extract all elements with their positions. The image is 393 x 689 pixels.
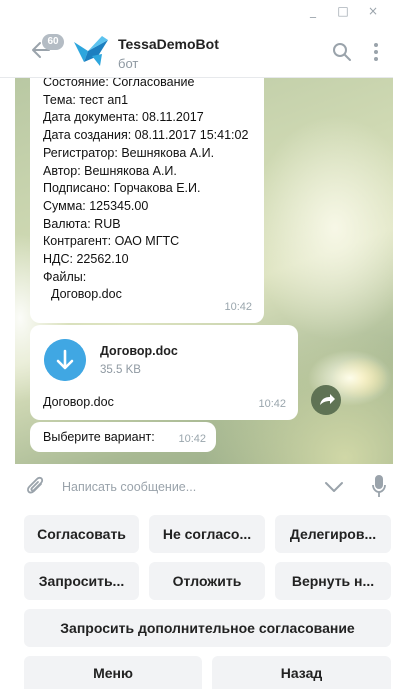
keyboard-button-approve[interactable]: Согласовать [24, 515, 139, 553]
message-line: Валюта: RUB [43, 216, 121, 231]
message-line: Регистратор: Вешнякова А.И. [43, 145, 215, 160]
file-caption: Договор.doc [43, 395, 114, 409]
message-line: Состояние: Согласование [43, 78, 195, 89]
keyboard-button-request-additional-approval[interactable]: Запросить дополнительное согласование [24, 609, 391, 647]
message-line: Дата создания: 08.11.2017 15:41:02 [43, 128, 249, 143]
unread-badge: 60 [42, 34, 64, 50]
more-vertical-icon[interactable] [372, 42, 380, 62]
message-line: Сумма: 125345.00 [43, 198, 149, 213]
message-line: Контрагент: ОАО МГТС [43, 234, 180, 249]
keyboard-button-return[interactable]: Вернуть н... [275, 562, 391, 600]
window-controls: _ □ × [307, 5, 379, 17]
message-time: 10:42 [178, 433, 206, 445]
chat-header: 60 TessaDemoBot бот [0, 22, 393, 78]
message-line: Подписано: Горчакова Е.И. [43, 181, 201, 196]
chevron-down-icon[interactable] [324, 480, 344, 494]
keyboard-button-menu[interactable]: Меню [24, 656, 202, 689]
chat-title[interactable]: TessaDemoBot [118, 36, 219, 52]
keyboard-button-request[interactable]: Запросить... [24, 562, 139, 600]
download-icon[interactable] [44, 339, 86, 381]
window-titlebar: _ □ × [0, 0, 393, 22]
close-window-button[interactable]: × [367, 5, 379, 17]
message-input[interactable] [62, 475, 302, 499]
message-time: 10:42 [258, 398, 286, 411]
maximize-button[interactable]: □ [337, 5, 349, 17]
keyboard-button-reject[interactable]: Не согласо... [149, 515, 265, 553]
message-time: 10:42 [224, 301, 252, 314]
chat-history[interactable]: Состояние: Согласование Тема: тест ап1 Д… [15, 78, 393, 464]
chat-subtitle: бот [118, 56, 139, 71]
file-name[interactable]: Договор.doc [100, 343, 178, 361]
keyboard-button-back[interactable]: Назад [212, 656, 391, 689]
message-composer [0, 464, 393, 510]
paperclip-icon[interactable] [26, 476, 46, 498]
minimize-button[interactable]: _ [307, 5, 319, 17]
keyboard-button-delegate[interactable]: Делегиров... [275, 515, 391, 553]
forward-share-icon[interactable] [311, 385, 341, 415]
microphone-icon[interactable] [372, 474, 386, 498]
message-bubble-prompt: Выберите вариант: 10:42 [30, 422, 216, 452]
message-bubble-document-info: Состояние: Согласование Тема: тест ап1 Д… [30, 78, 264, 323]
message-line: Автор: Вешнякова А.И. [43, 163, 177, 178]
search-icon[interactable] [332, 42, 352, 62]
message-line: НДС: 22562.10 [43, 252, 129, 267]
message-line: Дата документа: 08.11.2017 [43, 110, 204, 125]
keyboard-button-postpone[interactable]: Отложить [149, 562, 265, 600]
message-line: Тема: тест ап1 [43, 92, 129, 107]
file-size: 35.5 KB [100, 364, 141, 376]
bot-avatar[interactable] [72, 34, 110, 68]
message-text: Выберите вариант: [43, 430, 155, 444]
message-line: Файлы: [43, 269, 87, 284]
message-bubble-file: Договор.doc 35.5 KB Договор.doc 10:42 [30, 325, 298, 420]
